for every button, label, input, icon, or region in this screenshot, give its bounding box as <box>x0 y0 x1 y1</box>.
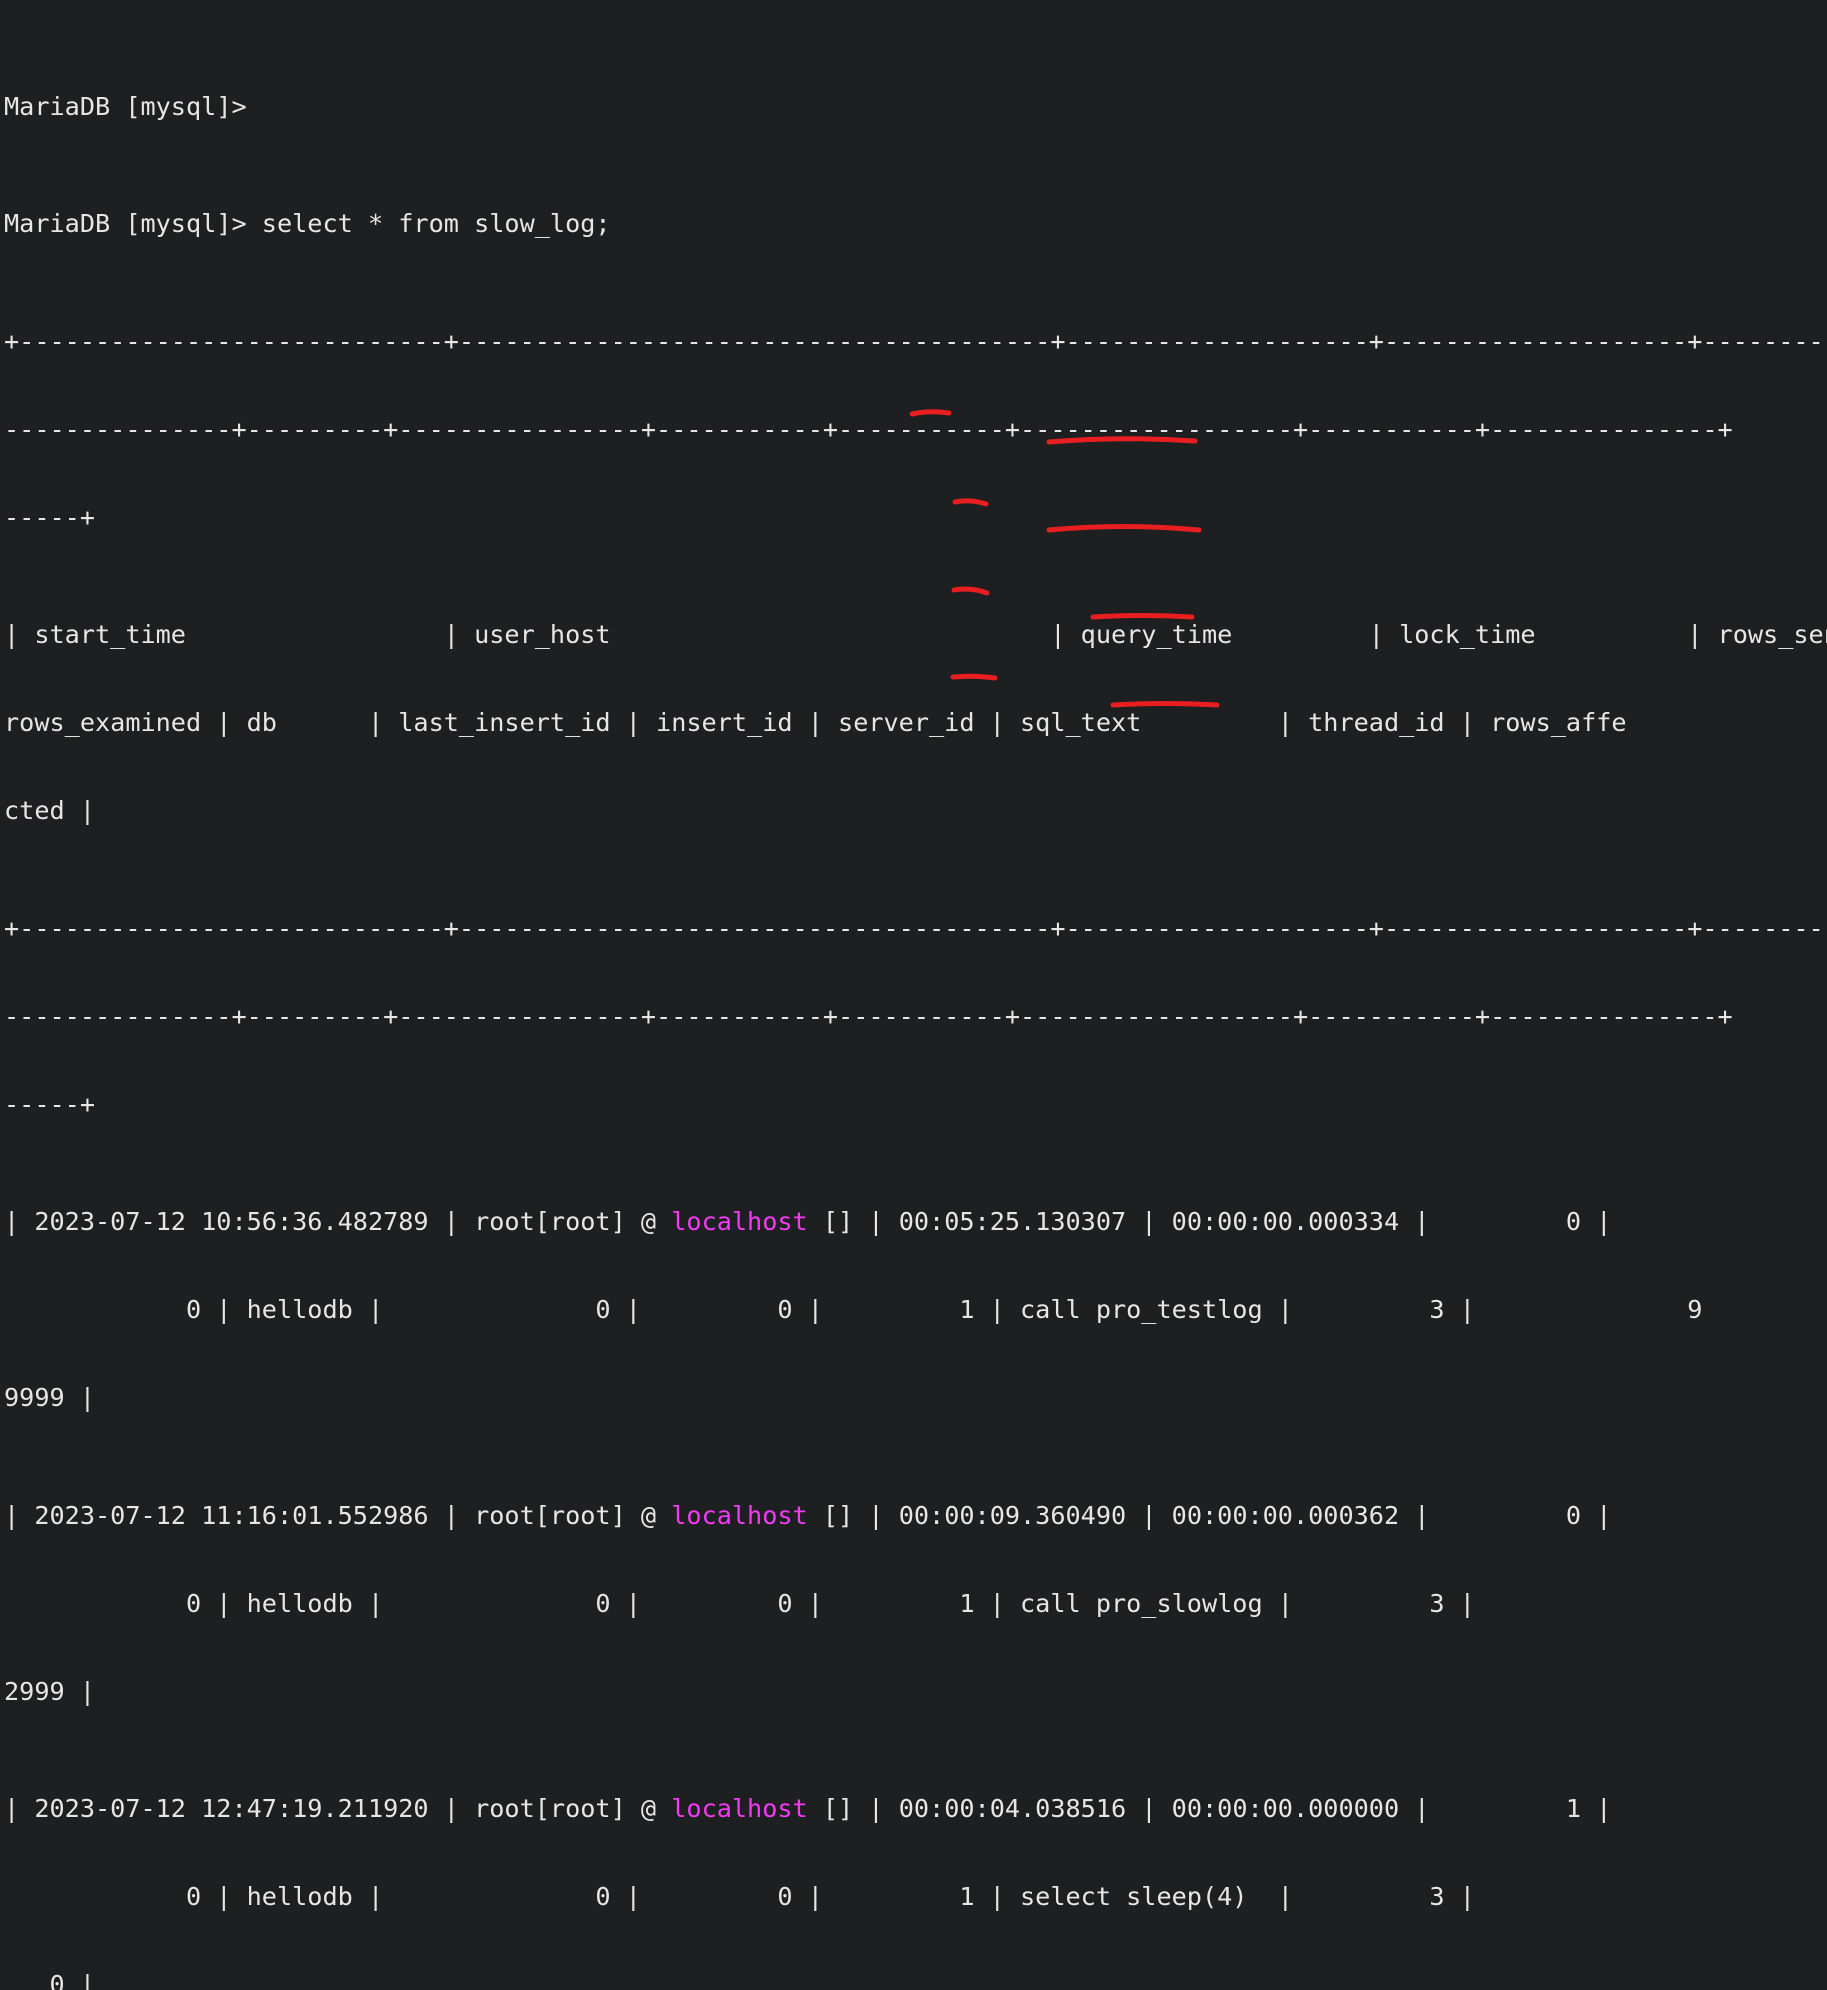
annotation-underline-row4-querytime <box>950 673 998 681</box>
table-rule-top-part1: +----------------------------+----------… <box>4 327 1827 356</box>
table-rule-top-part3: -----+ <box>4 503 1827 532</box>
header-text: rows_examined | db | last_insert_id | in… <box>4 708 1627 738</box>
row2-continued2: 2999 | <box>4 1676 95 1706</box>
table-row-cont2: 9999 | <box>4 1383 1827 1412</box>
row1-continued2: 9999 | <box>4 1383 95 1413</box>
table-row-cont: 0 | hellodb | 0 | 0 | 1 | select sleep(4… <box>4 1882 1827 1911</box>
annotation-underline-row3-querytime <box>951 586 990 596</box>
header-text: | start_time | user_host | query_time | … <box>4 620 1827 650</box>
row1-suffix: [] | 00:05:25.130307 | 00:00:00.000334 |… <box>807 1207 1612 1237</box>
rule-text: -----+ <box>4 502 95 532</box>
row1-continued: 0 | hellodb | 0 | 0 | 1 | call pro_testl… <box>4 1295 1703 1325</box>
table-row: | 2023-07-12 12:47:19.211920 | root[root… <box>4 1794 1827 1823</box>
table-rule-mid-part2: ---------------+---------+--------------… <box>4 1002 1827 1031</box>
rule-text: +----------------------------+----------… <box>4 913 1827 943</box>
table-header-part3: cted | <box>4 796 1827 825</box>
annotation-underline-row1-querytime <box>909 408 952 417</box>
rule-text: ---------------+---------+--------------… <box>4 414 1733 444</box>
prompt-command-text: MariaDB [mysql]> select * from slow_log; <box>4 209 611 239</box>
annotation-layer <box>0 0 1827 995</box>
table-header-part2: rows_examined | db | last_insert_id | in… <box>4 708 1827 737</box>
prompt-text: MariaDB [mysql]> <box>4 92 247 122</box>
shell-prompt-idle: MariaDB [mysql]> <box>4 92 1827 121</box>
row2-prefix: | 2023-07-12 11:16:01.552986 | root[root… <box>4 1500 672 1530</box>
row1-host: localhost <box>671 1207 808 1237</box>
terminal-window[interactable]: MariaDB [mysql]> MariaDB [mysql]> select… <box>0 0 1827 1990</box>
table-row: | 2023-07-12 10:56:36.482789 | root[root… <box>4 1207 1827 1236</box>
table-rule-mid-part3: -----+ <box>4 1090 1827 1119</box>
row3-host: localhost <box>671 1793 808 1823</box>
row3-continued: 0 | hellodb | 0 | 0 | 1 | select sleep(4… <box>4 1882 1688 1911</box>
table-row: | 2023-07-12 11:16:01.552986 | root[root… <box>4 1501 1827 1530</box>
rule-text: ---------------+---------+--------------… <box>4 1001 1733 1031</box>
shell-prompt-command: MariaDB [mysql]> select * from slow_log; <box>4 209 1827 238</box>
rule-text: -----+ <box>4 1089 95 1119</box>
table-header-part1: | start_time | user_host | query_time | … <box>4 620 1827 649</box>
annotation-underline-row4-sqltext <box>1110 700 1220 708</box>
row2-continued: 0 | hellodb | 0 | 0 | 1 | call pro_slowl… <box>4 1588 1688 1618</box>
annotation-underline-row3-sqltext <box>1090 612 1195 620</box>
row2-host: localhost <box>671 1500 808 1530</box>
table-row-cont: 0 | hellodb | 0 | 0 | 1 | call pro_testl… <box>4 1295 1827 1324</box>
table-rule-top-part2: ---------------+---------+--------------… <box>4 415 1827 444</box>
row3-suffix: [] | 00:00:04.038516 | 00:00:00.000000 |… <box>807 1793 1612 1823</box>
table-row-cont: 0 | hellodb | 0 | 0 | 1 | call pro_slowl… <box>4 1589 1827 1618</box>
row3-continued2: 0 | <box>4 1970 95 1990</box>
row2-suffix: [] | 00:00:09.360490 | 00:00:00.000362 |… <box>807 1500 1612 1530</box>
table-row-cont2: 0 | <box>4 1970 1827 1990</box>
table-row-cont2: 2999 | <box>4 1677 1827 1706</box>
table-rule-mid-part1: +----------------------------+----------… <box>4 914 1827 943</box>
row3-prefix: | 2023-07-12 12:47:19.211920 | root[root… <box>4 1793 672 1823</box>
rule-text: +----------------------------+----------… <box>4 326 1827 356</box>
row1-prefix: | 2023-07-12 10:56:36.482789 | root[root… <box>4 1207 672 1237</box>
header-text: cted | <box>4 796 95 826</box>
